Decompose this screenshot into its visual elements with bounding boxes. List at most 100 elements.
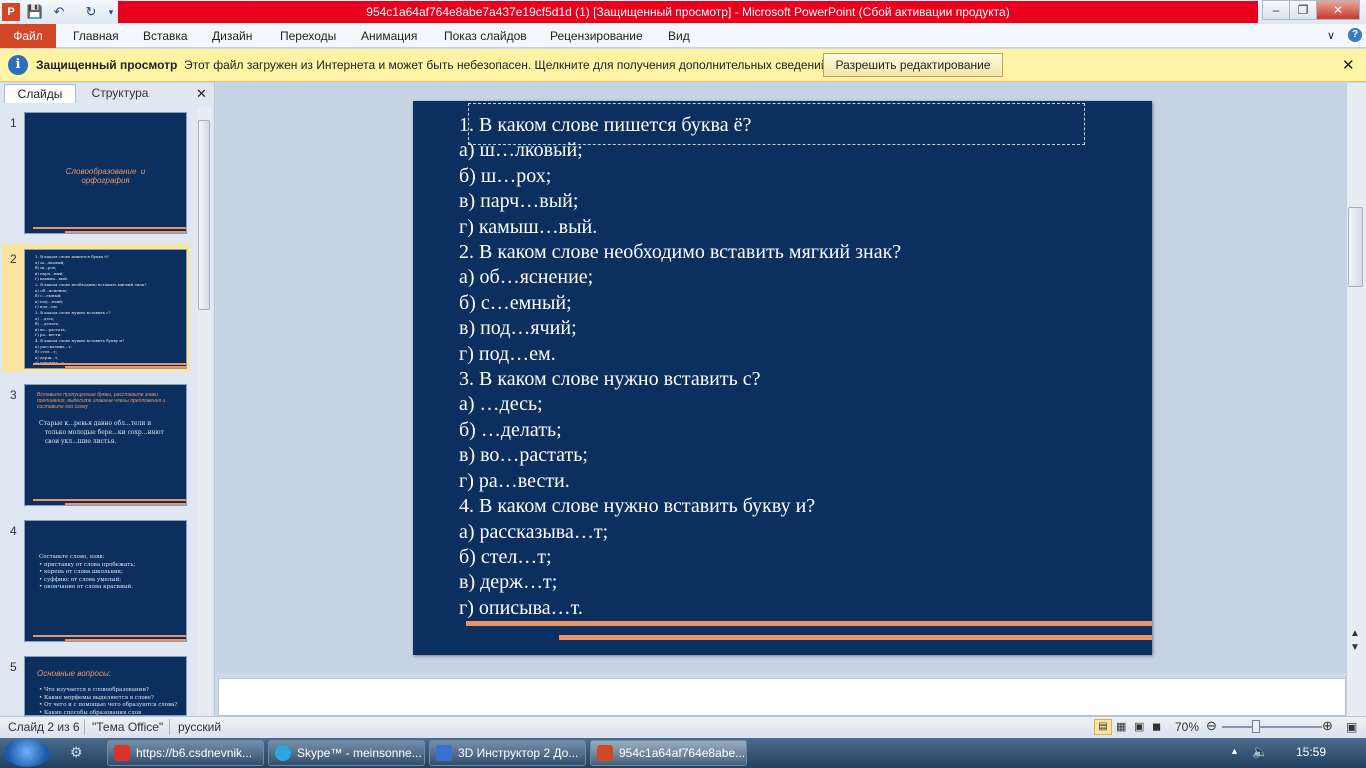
slide-thumbnail-1[interactable]: Словообразование и орфография bbox=[24, 112, 187, 234]
taskbar-item-skype[interactable]: Skype™ - meinsonne... bbox=[268, 740, 425, 766]
slide-line: 2. В каком слове необходимо вставить мяг… bbox=[459, 241, 902, 264]
slide-sorter-icon[interactable]: ▦ bbox=[1116, 720, 1126, 733]
thumbnail-title: Словообразование и орфография bbox=[65, 167, 146, 185]
window-title: 954c1a64af764e8abe7a437e19cf5d1d (1) [За… bbox=[118, 1, 1258, 23]
next-slide-icon[interactable]: ▼ bbox=[1350, 642, 1360, 654]
show-hidden-icons[interactable]: ▲ bbox=[1230, 746, 1239, 756]
slide-line: в) держ…т; bbox=[459, 571, 558, 594]
slide-number: 4 bbox=[10, 524, 17, 538]
help-icon[interactable]: ? bbox=[1348, 28, 1362, 42]
slide-line: а) ш…лковый; bbox=[459, 139, 583, 162]
protected-view-label: Защищенный просмотр bbox=[36, 58, 178, 72]
slide-line: г) ра…вести. bbox=[459, 469, 570, 492]
enable-editing-button[interactable]: Разрешить редактирование bbox=[823, 53, 1003, 77]
yandex-browser-icon bbox=[114, 745, 130, 761]
tab-slides[interactable]: Слайды bbox=[4, 84, 76, 103]
slide-line: г) под…ем. bbox=[459, 342, 556, 365]
info-icon: i bbox=[8, 55, 28, 75]
fit-to-window-icon[interactable]: ▣ bbox=[1346, 720, 1357, 734]
divider bbox=[169, 719, 170, 735]
slide-line: в) парч…вый; bbox=[459, 190, 579, 213]
divider bbox=[84, 719, 85, 735]
3d-instructor-icon bbox=[436, 745, 452, 761]
slide-text-body[interactable]: 1. В каком слове пишется буква ё? а) ш…л… bbox=[459, 113, 901, 621]
slide-thumbnail-5[interactable]: Основные вопросы: • Что изучается в слов… bbox=[24, 656, 187, 716]
undo-icon[interactable]: ↶ bbox=[50, 3, 68, 21]
tab-home[interactable]: Главная bbox=[73, 24, 119, 48]
protected-view-message[interactable]: Этот файл загружен из Интернета и может … bbox=[184, 58, 831, 72]
slide-line: б) ш…рох; bbox=[459, 164, 552, 187]
ribbon-minimize-icon[interactable]: ∨ bbox=[1327, 24, 1335, 48]
zoom-slider-handle[interactable] bbox=[1252, 720, 1260, 733]
thumbnail-text: • Что изучается в словообразовании? • Ка… bbox=[39, 687, 178, 716]
slide-thumbnail-3[interactable]: Вставьте пропущенные буквы, расставьте з… bbox=[24, 384, 187, 506]
decorative-line bbox=[559, 635, 1152, 640]
maximize-button[interactable]: ❐ bbox=[1289, 0, 1317, 20]
volume-icon[interactable]: 🔈 bbox=[1252, 744, 1268, 760]
tab-animation[interactable]: Анимация bbox=[361, 24, 417, 48]
tab-review[interactable]: Рецензирование bbox=[550, 24, 643, 48]
slide-line: б) стел…т; bbox=[459, 545, 552, 568]
tab-insert[interactable]: Вставка bbox=[143, 24, 188, 48]
close-window-button[interactable]: ✕ bbox=[1316, 0, 1360, 20]
taskbar-item-powerpoint[interactable]: 954c1a64af764e8abe... bbox=[590, 740, 747, 766]
slide-line: в) под…ячий; bbox=[459, 317, 577, 340]
zoom-out-icon[interactable]: ⊖ bbox=[1206, 718, 1217, 734]
redo-icon[interactable]: ↻ bbox=[82, 3, 100, 21]
clock[interactable]: 15:59 bbox=[1296, 745, 1326, 759]
taskbar-item-browser[interactable]: https://b6.csdnevnik... bbox=[107, 740, 264, 766]
thumbnail-text: 1. В каком слове пишется буква ё? а) ш..… bbox=[35, 254, 147, 365]
slide-thumbnail-4[interactable]: Составьте слово, взяв: • приставку от сл… bbox=[24, 520, 187, 642]
normal-view-icon[interactable]: ▤ bbox=[1094, 719, 1112, 735]
slides-scrollbar-thumb[interactable] bbox=[198, 120, 210, 310]
slide-counter: Слайд 2 из 6 bbox=[8, 720, 80, 734]
powerpoint-icon bbox=[597, 745, 613, 761]
slide-line: в) во…растать; bbox=[459, 444, 588, 467]
current-slide[interactable]: 1. В каком слове пишется буква ё? а) ш…л… bbox=[413, 101, 1152, 655]
tab-file[interactable]: Файл bbox=[0, 24, 56, 48]
slide-line: а) рассказыва…т; bbox=[459, 520, 609, 543]
taskbar-item-label: https://b6.csdnevnik... bbox=[136, 746, 253, 760]
taskbar-item-3d-instructor[interactable]: 3D Инструктор 2 До... bbox=[429, 740, 586, 766]
zoom-slider[interactable] bbox=[1222, 726, 1322, 728]
slide-line: 4. В каком слове нужно вставить букву и? bbox=[459, 495, 816, 518]
taskbar-item-label: 3D Инструктор 2 До... bbox=[458, 746, 579, 760]
steam-icon[interactable]: ⚙ bbox=[70, 744, 83, 761]
reading-view-icon[interactable]: ▣ bbox=[1134, 720, 1144, 733]
slide-scrollbar-thumb[interactable] bbox=[1348, 207, 1363, 287]
language[interactable]: русский bbox=[178, 720, 221, 734]
taskbar-item-label: Skype™ - meinsonne... bbox=[297, 746, 422, 760]
slide-number: 2 bbox=[10, 252, 17, 266]
start-button[interactable] bbox=[4, 739, 50, 767]
slide-line: а) …десь; bbox=[459, 393, 543, 416]
slide-line: г) описыва…т. bbox=[459, 596, 583, 619]
tab-design[interactable]: Дизайн bbox=[212, 24, 252, 48]
slide-line: а) об…яснение; bbox=[459, 266, 594, 289]
slide-line: б) …делать; bbox=[459, 418, 562, 441]
powerpoint-app-icon[interactable]: P bbox=[2, 3, 20, 21]
slide-number: 3 bbox=[10, 388, 17, 402]
tab-outline[interactable]: Структура bbox=[80, 84, 160, 103]
notes-pane[interactable] bbox=[218, 678, 1346, 716]
save-icon[interactable]: 💾 bbox=[26, 3, 44, 21]
thumbnail-text: Составьте слово, взяв: • приставку от сл… bbox=[39, 554, 136, 590]
thumbnail-title: Основные вопросы: bbox=[37, 669, 112, 678]
previous-slide-icon[interactable]: ▲ bbox=[1350, 628, 1360, 640]
thumbnail-title: Вставьте пропущенные буквы, расставьте з… bbox=[37, 392, 166, 410]
tab-view[interactable]: Вид bbox=[668, 24, 690, 48]
slide-line: 1. В каком слове пишется буква ё? bbox=[459, 114, 752, 136]
zoom-in-icon[interactable]: ⊕ bbox=[1322, 718, 1333, 734]
slide-scrollbar[interactable] bbox=[1346, 83, 1366, 716]
tab-slideshow[interactable]: Показ слайдов bbox=[444, 24, 527, 48]
minimize-button[interactable]: – bbox=[1262, 0, 1290, 20]
slide-line: г) камыш…вый. bbox=[459, 215, 598, 238]
decorative-line bbox=[466, 621, 1152, 626]
close-pane-icon[interactable]: ✕ bbox=[196, 86, 207, 102]
taskbar-item-label: 954c1a64af764e8abe... bbox=[619, 746, 746, 760]
close-icon[interactable]: ✕ bbox=[1342, 56, 1355, 74]
slide-thumbnail-2[interactable]: 1. В каком слове пишется буква ё? а) ш..… bbox=[24, 249, 187, 369]
zoom-level[interactable]: 70% bbox=[1175, 720, 1199, 734]
tab-transitions[interactable]: Переходы bbox=[280, 24, 336, 48]
slide-line: 3. В каком слове нужно вставить с? bbox=[459, 368, 761, 391]
slideshow-icon[interactable]: ◼ bbox=[1152, 720, 1161, 733]
